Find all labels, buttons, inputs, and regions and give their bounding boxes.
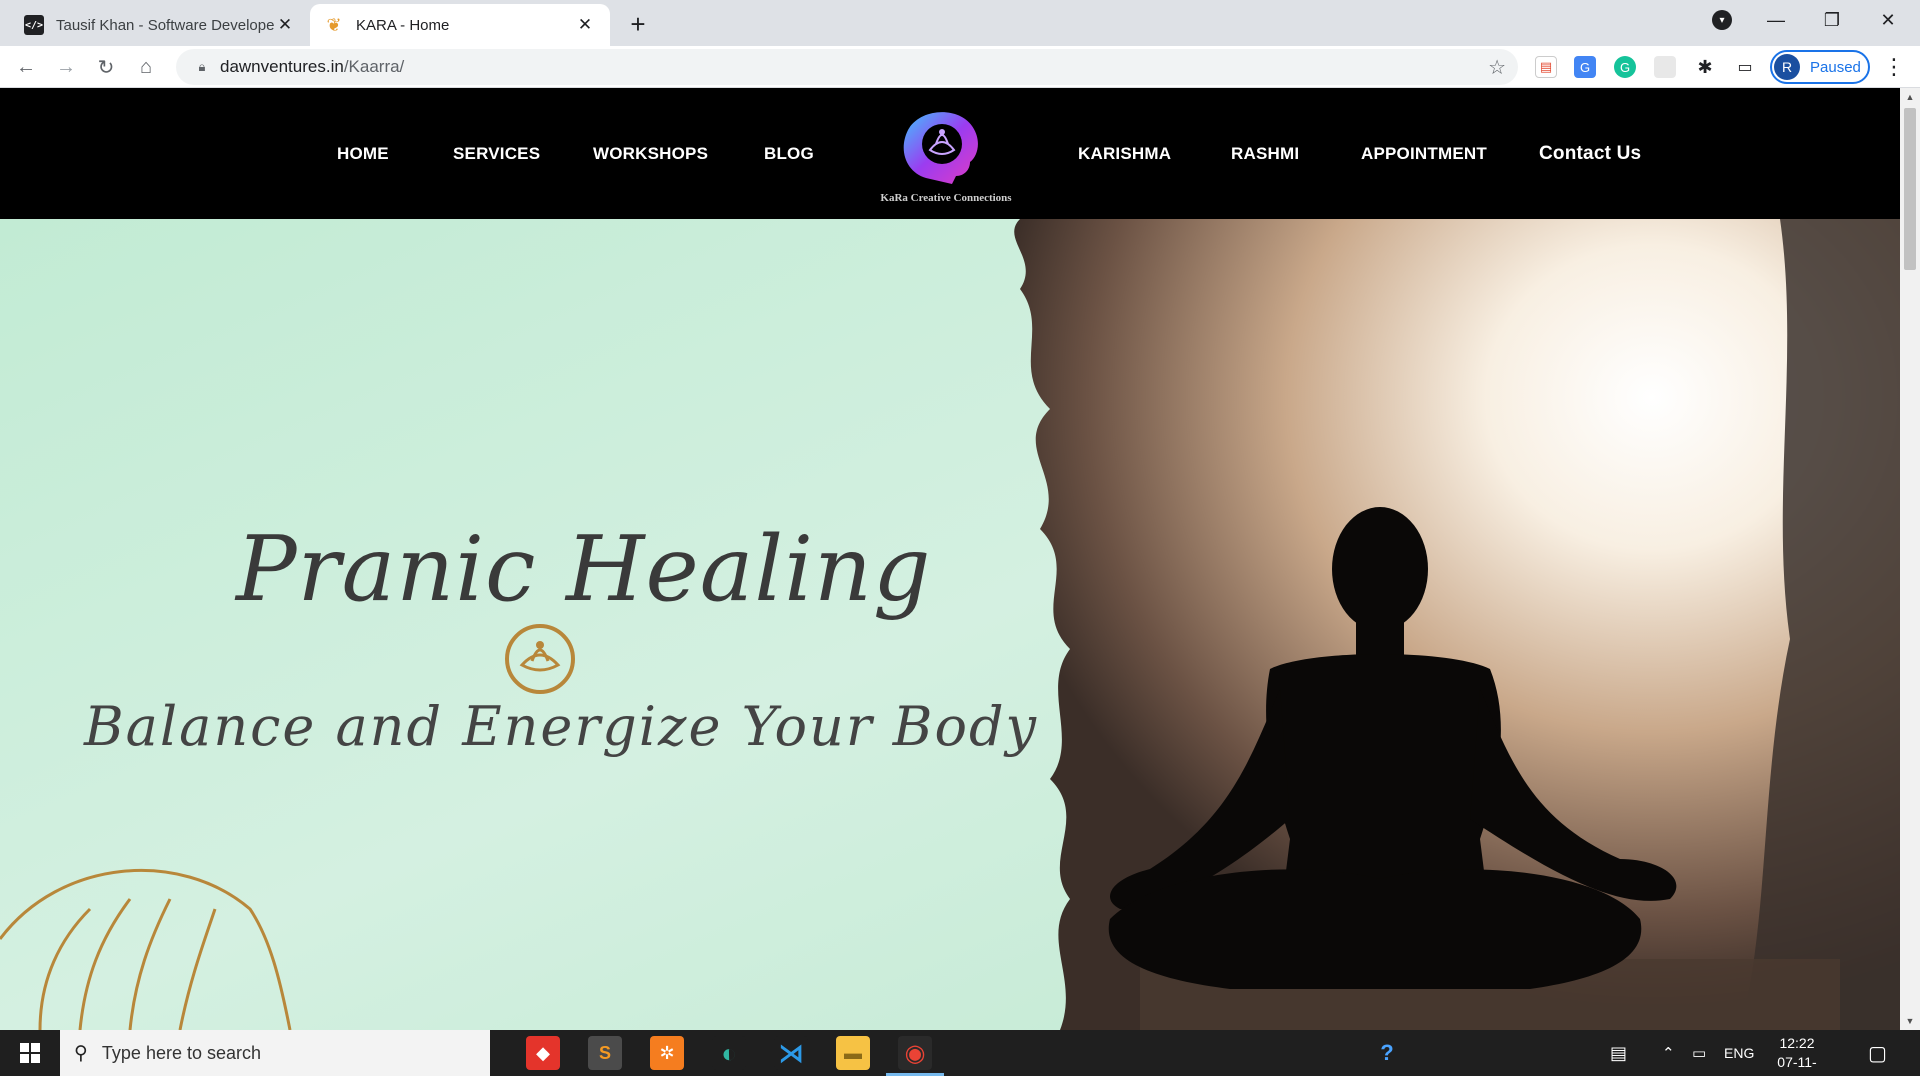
url-path: /Kaarra/ (343, 57, 405, 76)
chrome-app-icon[interactable]: ◉ (898, 1036, 932, 1070)
address-bar[interactable]: 🔒︎ dawnventures.in/Kaarra/ ☆ (176, 49, 1518, 85)
tab-title: Tausif Khan - Software Developer (56, 16, 274, 34)
lotus-head-logo-icon (903, 112, 978, 184)
tab-search-icon[interactable]: ▾ (1712, 10, 1732, 30)
site-header: HOME SERVICES WORKSHOPS BLOG KaRa Creati… (0, 88, 1900, 219)
news-widget-icon[interactable]: ▤ (1610, 1030, 1627, 1076)
close-icon[interactable]: ✕ (574, 14, 596, 36)
nav-home[interactable]: HOME (337, 144, 389, 164)
help-question-icon[interactable]: ? (1370, 1036, 1404, 1070)
clock-time: 12:22 (1779, 1035, 1815, 1051)
git-app-icon[interactable]: ◆ (526, 1036, 560, 1070)
browser-toolbar: ← → ↻ ⌂ 🔒︎ dawnventures.in/Kaarra/ ☆ ▤ G… (0, 46, 1920, 88)
bookmark-star-icon[interactable]: ☆ (1488, 55, 1506, 80)
code-icon: </> (24, 15, 44, 35)
kebab-menu-icon[interactable]: ⋮ (1882, 52, 1906, 82)
close-icon[interactable]: ✕ (274, 14, 296, 36)
extension-placeholder-icon[interactable] (1654, 56, 1676, 78)
restore-icon[interactable]: ❐ (1804, 0, 1860, 40)
window-close-icon[interactable]: ✕ (1860, 0, 1916, 40)
xampp-app-icon[interactable]: ✲ (650, 1036, 684, 1070)
hero-banner: Pranic Healing Balance and Energize Your… (0, 219, 1900, 1030)
clock-date: 07-11-2021 (1777, 1054, 1817, 1089)
lock-icon[interactable]: 🔒︎ (184, 59, 220, 75)
gold-lotus-icon (505, 624, 575, 694)
minimize-icon[interactable]: — (1748, 0, 1804, 40)
kara-favicon-icon: ❦ (326, 14, 342, 35)
language-indicator[interactable]: ENG (1724, 1030, 1754, 1076)
start-button[interactable] (0, 1030, 60, 1076)
hero-title: Pranic Healing (236, 517, 932, 622)
nav-appointment[interactable]: APPOINTMENT (1361, 144, 1487, 164)
translate-extension-icon[interactable]: G (1574, 56, 1596, 78)
notification-center-icon[interactable]: ▢ (1868, 1030, 1887, 1076)
nav-services[interactable]: SERVICES (453, 144, 540, 164)
profile-paused-button[interactable]: R Paused (1770, 50, 1870, 84)
battery-icon[interactable]: ▭ (1692, 1030, 1706, 1076)
vscode-app-icon[interactable]: ⋊ (774, 1036, 808, 1070)
hero-background-image (0, 219, 1900, 1030)
edge-app-icon[interactable]: ◐ (712, 1036, 746, 1070)
taskbar-clock[interactable]: 12:22 07-11-2021 (1762, 1034, 1832, 1091)
avatar: R (1774, 54, 1800, 80)
grammarly-extension-icon[interactable]: G (1614, 56, 1636, 78)
scrollbar-thumb[interactable] (1904, 108, 1916, 270)
nav-contact-us[interactable]: Contact Us (1539, 143, 1641, 165)
url-domain: dawnventures.in (220, 57, 344, 76)
new-tab-button[interactable]: + (622, 8, 654, 40)
browser-tab-bar: </> Tausif Khan - Software Developer ✕ ❦… (0, 0, 1920, 46)
search-icon: ⚲ (74, 1042, 88, 1064)
site-logo[interactable]: KaRa Creative Connections (866, 100, 1026, 212)
sublime-app-icon[interactable]: S (588, 1036, 622, 1070)
puzzle-extensions-icon[interactable]: ✱ (1694, 56, 1716, 78)
nav-workshops[interactable]: WORKSHOPS (593, 144, 708, 164)
scroll-up-icon[interactable]: ▲ (1900, 88, 1920, 106)
tab-kara[interactable]: ❦ KARA - Home ✕ (310, 4, 610, 46)
cast-icon[interactable]: ▭ (1734, 56, 1756, 78)
nav-blog[interactable]: BLOG (764, 144, 814, 164)
windows-logo-icon (20, 1043, 40, 1063)
logo-text: KaRa Creative Connections (880, 192, 1012, 204)
forward-icon[interactable]: → (50, 51, 82, 83)
scroll-down-icon[interactable]: ▼ (1900, 1012, 1920, 1030)
file-explorer-app-icon[interactable]: ▬ (836, 1036, 870, 1070)
taskbar-search-box[interactable]: ⚲ Type here to search (60, 1030, 490, 1076)
chevron-up-icon[interactable]: ⌃ (1662, 1030, 1675, 1076)
reload-icon[interactable]: ↻ (90, 51, 122, 83)
page-viewport: HOME SERVICES WORKSHOPS BLOG KaRa Creati… (0, 88, 1920, 1030)
calendar-extension-icon[interactable]: ▤ (1535, 56, 1557, 78)
hero-subtitle: Balance and Energize Your Body (84, 695, 1039, 758)
profile-status: Paused (1810, 58, 1861, 76)
nav-rashmi[interactable]: RASHMI (1231, 144, 1299, 164)
page-scrollbar[interactable]: ▲ ▼ (1900, 88, 1920, 1030)
back-icon[interactable]: ← (10, 51, 42, 83)
tab-title: KARA - Home (356, 16, 450, 34)
nav-karishma[interactable]: KARISHMA (1078, 144, 1171, 164)
windows-taskbar: ⚲ Type here to search ◆ S ✲ ◐ ⋊ ▬ ◉ ? ▤ … (0, 1030, 1920, 1089)
tab-tausif[interactable]: </> Tausif Khan - Software Developer ✕ (10, 4, 310, 46)
url-text: dawnventures.in/Kaarra/ (220, 57, 404, 77)
home-icon[interactable]: ⌂ (130, 51, 162, 83)
search-placeholder: Type here to search (101, 1042, 262, 1063)
